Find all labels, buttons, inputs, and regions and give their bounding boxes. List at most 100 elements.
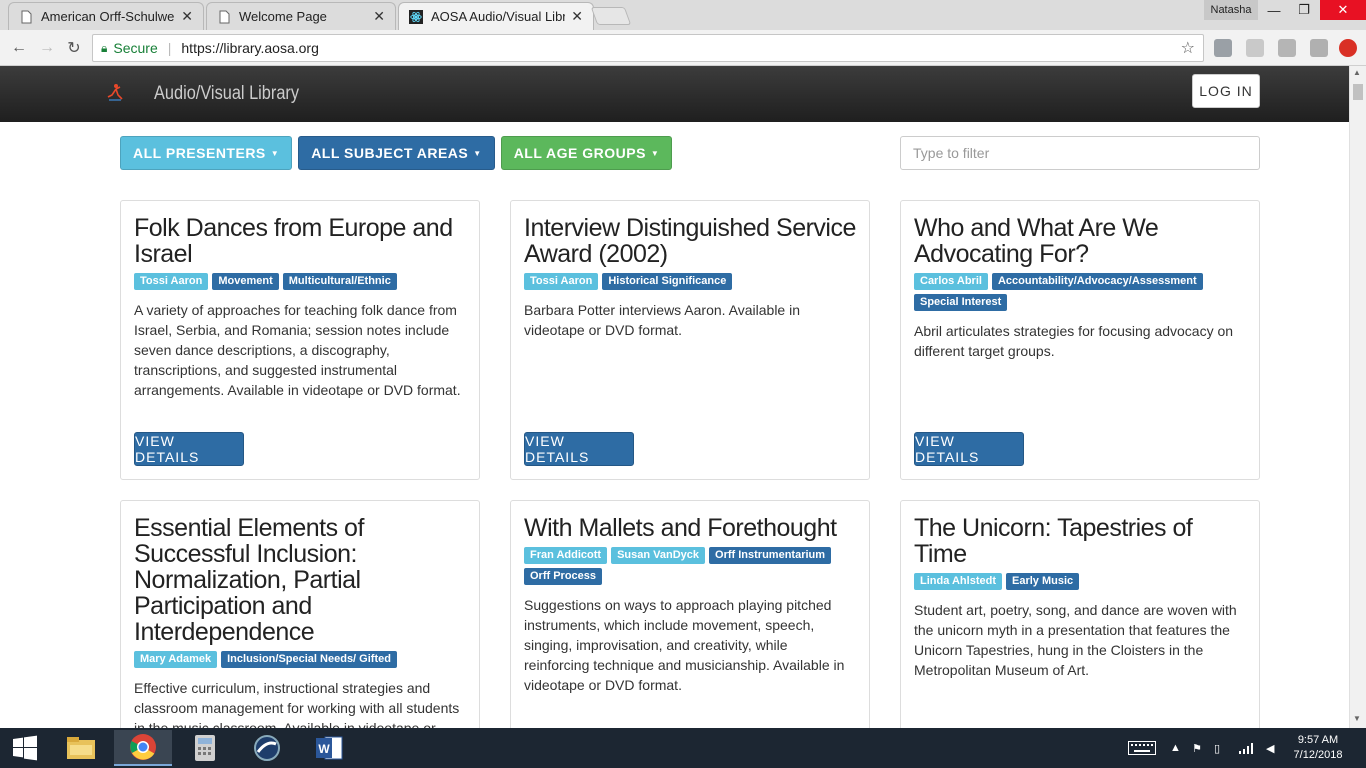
browser-tab-av-library[interactable]: AOSA Audio/Visual Library ✕: [398, 2, 594, 30]
library-card: Essential Elements of Successful Inclusi…: [120, 500, 480, 728]
dropbox-icon[interactable]: [1310, 39, 1328, 57]
signal-icon[interactable]: [1238, 728, 1254, 768]
site-brand[interactable]: Audio/Visual Library: [154, 83, 299, 105]
tab-title: AOSA Audio/Visual Library: [431, 9, 566, 24]
library-card: The Unicorn: Tapestries of Time Linda Ahl…: [900, 500, 1260, 728]
update-icon[interactable]: [1339, 39, 1357, 57]
calculator-icon[interactable]: [176, 730, 234, 766]
card-title[interactable]: Folk Dances from Europe and Israel: [134, 215, 466, 267]
library-card: Who and What Are We Advocating For? Carlo…: [900, 200, 1260, 480]
app-icon[interactable]: [238, 730, 296, 766]
browser-tab-welcome[interactable]: Welcome Page ✕: [206, 2, 396, 30]
page-viewport: Audio/Visual Library LOG IN ALL PRESENTE…: [0, 66, 1349, 728]
subject-tag[interactable]: Orff Instrumentarium: [709, 547, 832, 564]
back-arrow-icon[interactable]: ←: [8, 37, 30, 59]
subjects-dropdown[interactable]: ALL SUBJECT AREAS ▼: [298, 136, 495, 170]
tab-close-icon[interactable]: ✕: [571, 8, 583, 25]
volume-icon[interactable]: ◀: [1266, 728, 1274, 768]
presenter-tag[interactable]: Tossi Aaron: [524, 273, 599, 290]
file-explorer-icon[interactable]: [52, 730, 110, 766]
tab-close-icon[interactable]: ✕: [373, 8, 385, 25]
view-details-button[interactable]: VIEW DETAILS: [134, 432, 244, 466]
windows-taskbar: W ▲ ⚑ ▯ ◀ 9:57 AM 7/12/2018: [0, 728, 1366, 768]
view-details-button[interactable]: VIEW DETAILS: [914, 432, 1024, 466]
card-title[interactable]: Who and What Are We Advocating For?: [914, 215, 1246, 267]
profile-button[interactable]: Natasha: [1204, 0, 1258, 20]
card-description: Suggestions on ways to approach playing …: [524, 597, 845, 693]
age-groups-dropdown[interactable]: ALL AGE GROUPS ▼: [500, 136, 673, 170]
library-card: Folk Dances from Europe and Israel Tossi …: [120, 200, 480, 480]
subject-tag[interactable]: Accountability/Advocacy/Assessment: [991, 273, 1203, 290]
card-tags: Carlos Abril Accountability/Advocacy/Asse…: [914, 273, 1246, 311]
divider: |: [167, 40, 172, 56]
caret-down-icon: ▼: [270, 148, 280, 158]
presenter-tag[interactable]: Mary Adamek: [134, 651, 218, 668]
tab-title: American Orff-Schulwerk: [41, 9, 176, 24]
subject-tag[interactable]: Inclusion/Special Needs/ Gifted: [221, 651, 397, 668]
browser-tab-aosa-orff[interactable]: American Orff-Schulwerk ✕: [8, 2, 204, 30]
flag-icon[interactable]: ⚑: [1192, 728, 1202, 768]
subject-tag[interactable]: Orff Process: [524, 568, 603, 585]
card-description: Student art, poetry, song, and dance are…: [914, 602, 1237, 678]
tab-close-icon[interactable]: ✕: [181, 8, 193, 25]
subject-tag[interactable]: Movement: [212, 273, 279, 290]
keyboard-icon[interactable]: [1128, 728, 1156, 768]
extension-icon[interactable]: [1246, 39, 1264, 57]
caret-down-icon: ▼: [473, 148, 482, 158]
lock-icon: 🔒︎: [101, 40, 108, 55]
extension-icon[interactable]: [1214, 39, 1232, 57]
windows-start-icon[interactable]: [0, 728, 50, 768]
subject-tag[interactable]: Historical Significance: [602, 273, 733, 290]
presenter-tag[interactable]: Linda Ahlstedt: [914, 573, 1002, 590]
presenter-tag[interactable]: Fran Addicott: [524, 547, 608, 564]
page-scrollbar[interactable]: ▲ ▼: [1349, 66, 1366, 728]
card-title[interactable]: The Unicorn: Tapestries of Time: [914, 515, 1246, 567]
presenter-tag[interactable]: Tossi Aaron: [134, 273, 209, 290]
library-card: With Mallets and Forethought Fran Addicot…: [510, 500, 870, 728]
presenter-tag[interactable]: Susan VanDyck: [611, 547, 706, 564]
card-tags: Tossi Aaron Movement Multicultural/Ethnic: [134, 273, 466, 290]
view-details-button[interactable]: VIEW DETAILS: [524, 432, 634, 466]
close-window-button[interactable]: ✕: [1320, 0, 1366, 20]
card-title[interactable]: With Mallets and Forethought: [524, 515, 856, 541]
subject-tag[interactable]: Early Music: [1005, 573, 1080, 590]
maximize-button[interactable]: ❐: [1288, 0, 1320, 20]
taskbar-clock[interactable]: 9:57 AM 7/12/2018: [1292, 733, 1344, 763]
bookmark-star-icon[interactable]: ☆: [1181, 38, 1195, 58]
word-icon[interactable]: W: [300, 730, 358, 766]
new-tab-button[interactable]: [590, 7, 632, 25]
secure-label: Secure: [113, 40, 158, 56]
power-icon[interactable]: ▯: [1214, 728, 1220, 768]
page-icon: [19, 9, 33, 25]
card-tags: Mary Adamek Inclusion/Special Needs/ Gift…: [134, 651, 466, 668]
card-tags: Fran Addicott Susan VanDyck Orff Instrumen…: [524, 547, 856, 585]
extension-icon[interactable]: [1278, 39, 1296, 57]
card-tags: Tossi Aaron Historical Significance: [524, 273, 856, 290]
card-description: Barbara Potter interviews Aaron. Availab…: [524, 302, 801, 338]
aosa-logo-icon[interactable]: [106, 83, 124, 103]
presenter-tag[interactable]: Carlos Abril: [914, 273, 988, 290]
svg-text:W: W: [318, 742, 330, 756]
filter-input[interactable]: [900, 136, 1260, 170]
login-button[interactable]: LOG IN: [1192, 74, 1260, 108]
subject-tag[interactable]: Multicultural/Ethnic: [282, 273, 397, 290]
chevron-up-icon[interactable]: ▲: [1170, 728, 1181, 768]
react-icon: [409, 9, 423, 25]
card-title[interactable]: Essential Elements of Successful Inclusi…: [134, 515, 466, 645]
age-groups-dropdown-label: ALL AGE GROUPS: [513, 145, 646, 161]
address-bar[interactable]: 🔒︎ Secure | https://library.aosa.org ☆: [92, 34, 1204, 62]
scrollbar-thumb[interactable]: [1353, 84, 1363, 100]
clock-time: 9:57 AM: [1297, 734, 1339, 746]
scroll-down-icon[interactable]: ▼: [1353, 714, 1361, 723]
minimize-button[interactable]: —: [1258, 0, 1290, 20]
presenters-dropdown[interactable]: ALL PRESENTERS ▼: [120, 136, 293, 170]
reload-icon[interactable]: ↻: [63, 37, 85, 59]
site-navbar: Audio/Visual Library LOG IN: [0, 66, 1349, 122]
card-title[interactable]: Interview Distinguished Service Award (2…: [524, 215, 856, 267]
subject-tag[interactable]: Special Interest: [914, 294, 1008, 311]
subjects-dropdown-label: ALL SUBJECT AREAS: [311, 145, 469, 161]
library-card: Interview Distinguished Service Award (2…: [510, 200, 870, 480]
forward-arrow-icon[interactable]: →: [36, 37, 58, 59]
scroll-up-icon[interactable]: ▲: [1353, 68, 1361, 77]
chrome-icon[interactable]: [114, 730, 172, 766]
